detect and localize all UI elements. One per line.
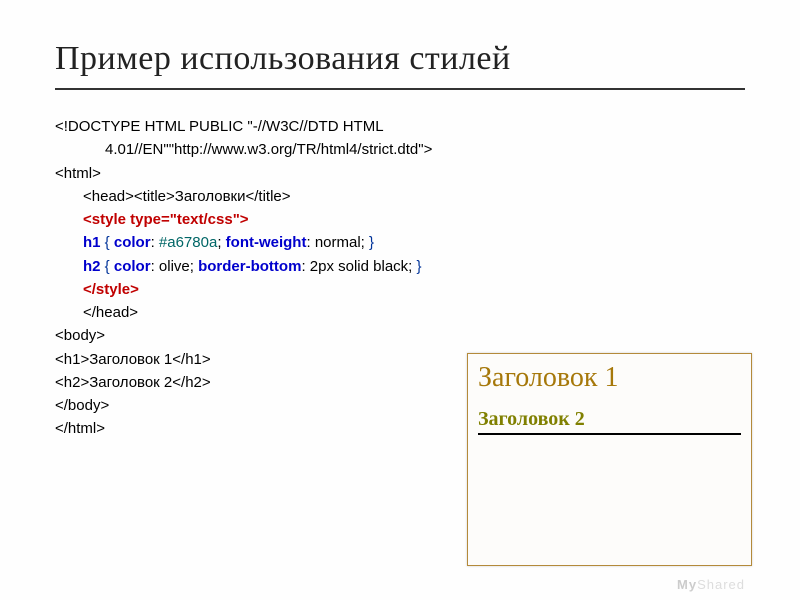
style-close: </style> <box>55 278 745 301</box>
preview-heading-2: Заголовок 2 <box>478 408 741 435</box>
doctype-line-2: 4.01//EN""http://www.w3.org/TR/html4/str… <box>55 138 745 161</box>
doctype-line-1: <!DOCTYPE HTML PUBLIC "-//W3C//DTD HTML <box>55 115 745 138</box>
watermark-text: MyShared <box>677 577 745 592</box>
style-open: <style type="text/css"> <box>55 208 745 231</box>
rendered-preview: Заголовок 1 Заголовок 2 <box>467 353 752 566</box>
slide-title: Пример использования стилей <box>55 40 745 78</box>
head-title-line: <head><title>Заголовки</title> <box>55 185 745 208</box>
css-h2-rule: h2 { color: olive; border-bottom: 2px so… <box>55 255 745 278</box>
body-open: <body> <box>55 324 745 347</box>
html-open: <html> <box>55 162 745 185</box>
head-close: </head> <box>55 301 745 324</box>
preview-heading-1: Заголовок 1 <box>478 362 741 394</box>
title-underline <box>55 88 745 90</box>
css-h1-rule: h1 { color: #a6780a; font-weight: normal… <box>55 231 745 254</box>
